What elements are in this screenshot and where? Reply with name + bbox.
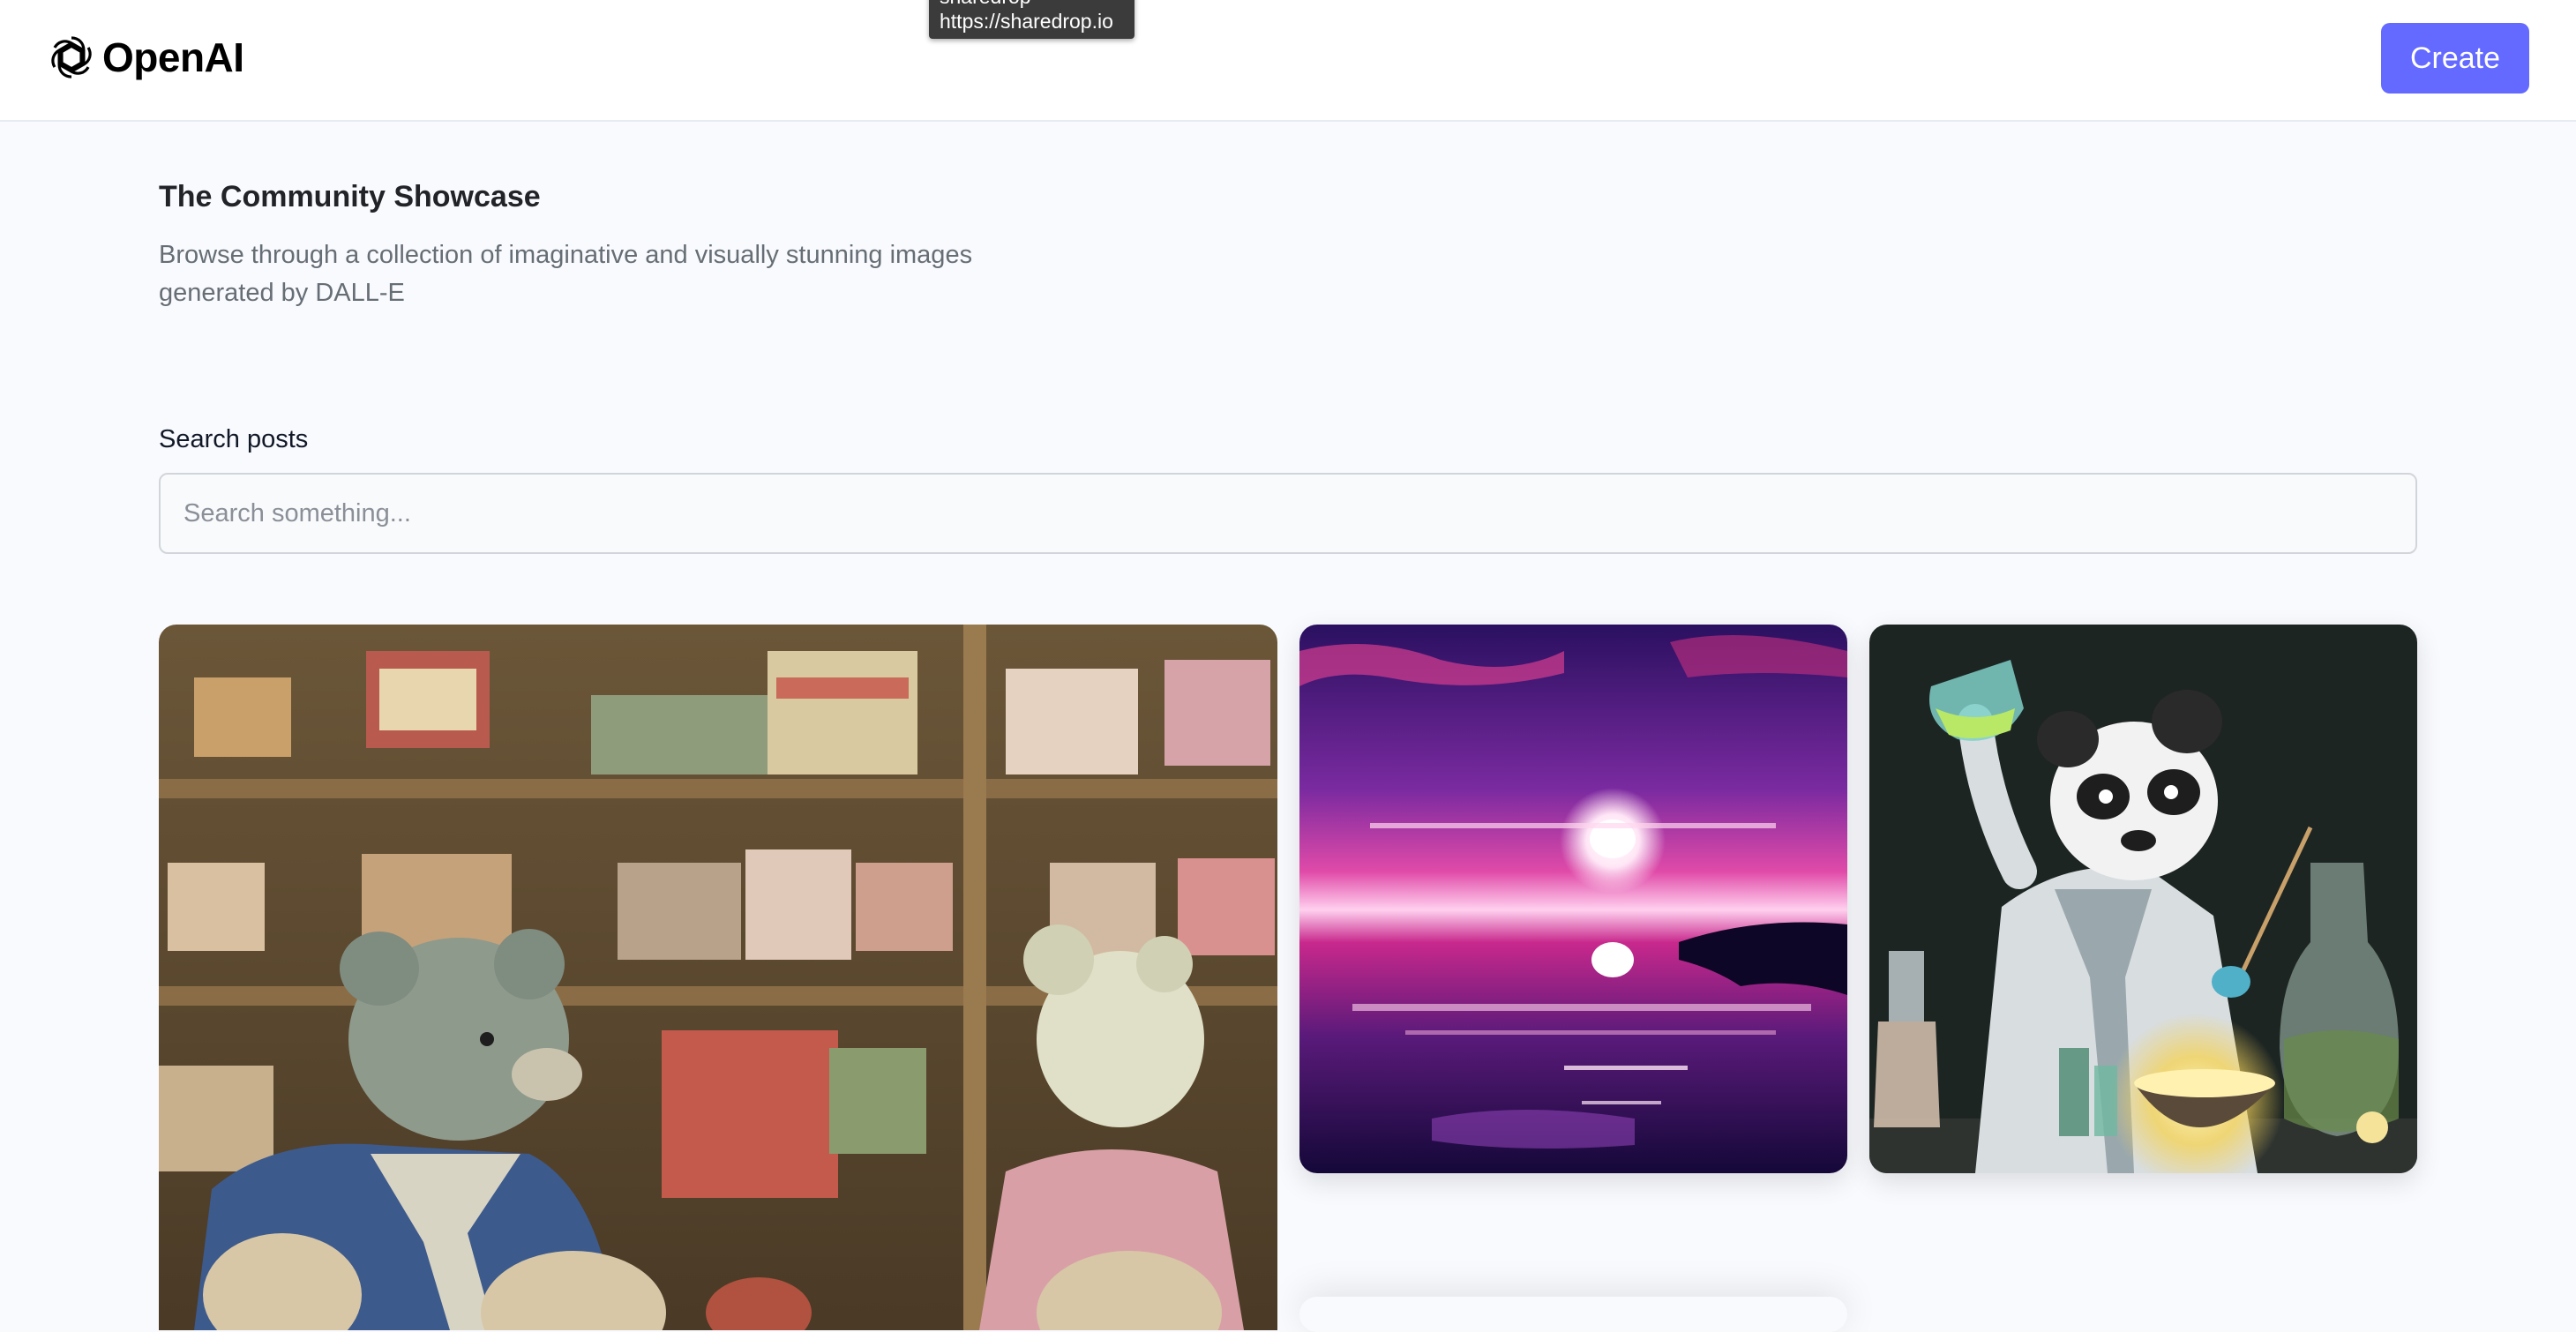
pink-sunset-ocean-image	[1299, 625, 1847, 1173]
tooltip-url: https://sharedrop.io	[940, 10, 1113, 33]
gallery-card-panda[interactable]	[1869, 625, 2417, 1173]
gallery-card-teddy-bears[interactable]	[159, 625, 1277, 1330]
page-title: The Community Showcase	[159, 180, 541, 213]
search-label: Search posts	[159, 425, 309, 453]
create-button[interactable]: Create	[2381, 23, 2529, 94]
link-tooltip: sharedrop https://sharedrop.io	[929, 0, 1134, 39]
openai-logo[interactable]: OpenAI	[46, 32, 244, 83]
teddy-bears-shop-image	[159, 625, 1277, 1330]
loading-card-shadow	[1299, 1297, 1847, 1332]
gallery-card-sunset[interactable]	[1299, 625, 1847, 1173]
openai-logo-icon	[51, 36, 92, 79]
logo-text: OpenAI	[102, 34, 244, 80]
panda-scientist-image	[1869, 625, 2417, 1173]
search-input[interactable]	[159, 473, 2417, 554]
tooltip-title: sharedrop	[940, 0, 1124, 9]
page-subtitle: Browse through a collection of imaginati…	[159, 241, 973, 307]
top-header: OpenAI Create	[0, 0, 2576, 122]
